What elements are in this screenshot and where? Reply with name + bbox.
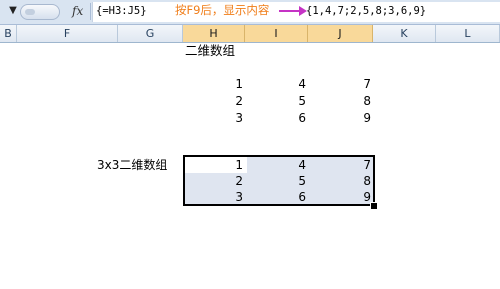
f9-result-text: {1,4,7;2,5,8;3,6,9}: [306, 5, 427, 17]
fill-handle[interactable]: [370, 202, 378, 210]
annotation-arrow-icon: [279, 10, 301, 12]
namebox-scroll-handle[interactable]: [20, 4, 60, 20]
insert-function-button[interactable]: fx: [72, 3, 86, 19]
cell-h3[interactable]: 1: [223, 76, 243, 93]
formula-text: {=H3:J5}: [96, 5, 147, 17]
cell-i5[interactable]: 6: [286, 110, 306, 127]
column-header-j[interactable]: J: [308, 25, 373, 42]
cell-i3[interactable]: 4: [286, 76, 306, 93]
cell-j4[interactable]: 8: [351, 93, 371, 110]
column-header-g[interactable]: G: [118, 25, 183, 42]
formula-input[interactable]: [92, 2, 500, 22]
f9-annotation: 按F9后，显示内容: [175, 3, 270, 17]
range-label: 3x3二维数组: [97, 158, 168, 172]
selection-range: [183, 155, 375, 206]
column-header-i[interactable]: I: [245, 25, 308, 42]
column-header-b[interactable]: B: [0, 25, 17, 42]
cell-h4[interactable]: 2: [223, 93, 243, 110]
cell-h5[interactable]: 3: [223, 110, 243, 127]
formula-bar-divider: [90, 3, 91, 20]
cell-i4[interactable]: 5: [286, 93, 306, 110]
cell-j5[interactable]: 9: [351, 110, 371, 127]
cell-j3[interactable]: 7: [351, 76, 371, 93]
array-title: 二维数组: [185, 43, 236, 58]
column-header-l[interactable]: L: [436, 25, 500, 42]
namebox-dropdown-icon[interactable]: ▼: [6, 4, 20, 18]
grip-icon: [25, 9, 35, 15]
column-header-f[interactable]: F: [17, 25, 118, 42]
column-header-k[interactable]: K: [373, 25, 436, 42]
column-header-h[interactable]: H: [183, 25, 245, 42]
